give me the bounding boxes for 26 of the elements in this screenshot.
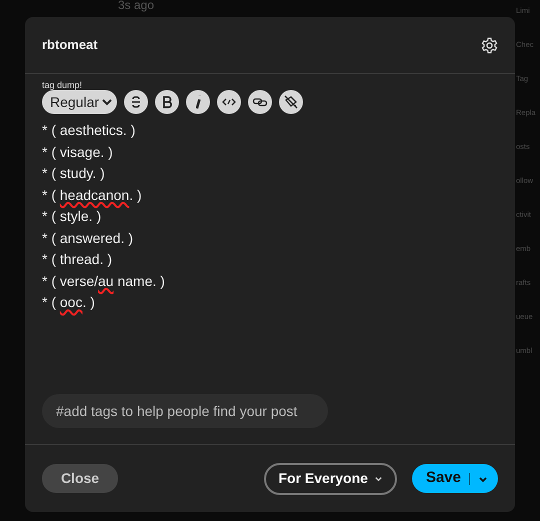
text-line: * ( ooc. )	[42, 293, 96, 312]
text-line: * ( aesthetics. )	[42, 121, 136, 140]
link-button[interactable]	[248, 90, 272, 114]
text-style-dropdown[interactable]: Regular	[42, 90, 118, 114]
strikethrough-button[interactable]	[124, 90, 148, 114]
close-button[interactable]: Close	[42, 464, 118, 493]
italic-button[interactable]	[186, 90, 210, 114]
code-button[interactable]	[217, 90, 242, 114]
settings-icon[interactable]	[481, 36, 498, 54]
paint-bucket-icon	[283, 94, 300, 110]
save-button[interactable]: Save	[412, 464, 498, 493]
color-button[interactable]	[279, 90, 304, 114]
bold-button[interactable]	[155, 90, 180, 114]
blog-name[interactable]: rbtomeat	[42, 35, 98, 55]
chevron-icon	[374, 474, 383, 483]
text-line: * ( visage. )	[42, 142, 114, 162]
text-line: * ( style. )	[42, 207, 102, 226]
post-title: tag dump!	[42, 80, 84, 90]
tags-field[interactable]: #add tags to help people find your post	[42, 394, 328, 428]
text-line: * ( thread. )	[42, 250, 114, 269]
text-line: * ( answered. )	[42, 228, 134, 248]
text-line: * ( verse/au name. )	[42, 272, 166, 291]
text-line: * ( headcanon. )	[42, 186, 143, 205]
post-time: 3s ago	[118, 0, 154, 14]
text-line: * ( study. )	[42, 164, 106, 183]
audience-dropdown[interactable]: For Everyone	[264, 462, 397, 494]
